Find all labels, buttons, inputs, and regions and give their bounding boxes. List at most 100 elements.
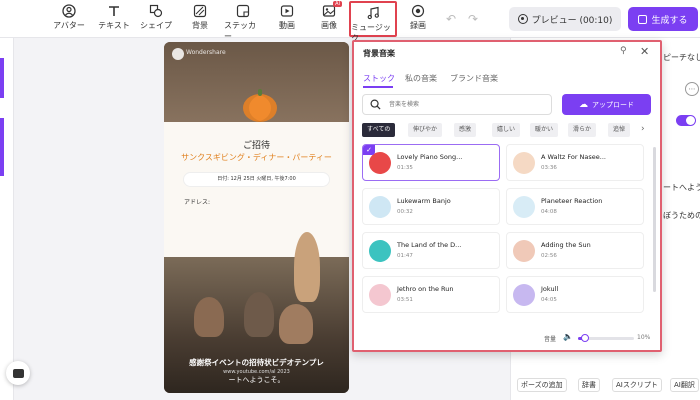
search-icon xyxy=(370,99,381,110)
speaker-icon[interactable]: 🔈 xyxy=(563,332,573,341)
generate-label: 生成する xyxy=(651,15,688,26)
track-card[interactable]: The Land of the D... 01:47 xyxy=(362,232,500,269)
add-pause-button[interactable]: ポーズの追加 xyxy=(517,378,567,392)
generate-icon xyxy=(638,14,648,24)
track-name: Planeteer Reaction xyxy=(541,197,603,205)
active-tab-indicator xyxy=(363,86,393,88)
track-name: The Land of the D... xyxy=(397,241,462,249)
toolbar-sticker[interactable]: ステッカー xyxy=(224,4,262,41)
scene-indicator[interactable] xyxy=(0,58,4,98)
invitation-address[interactable]: アドレス: xyxy=(184,197,210,206)
canvas-caption[interactable]: 感謝祭イベントの招待状ビデオテンプレ xyxy=(164,357,349,368)
toolbar-video[interactable]: 動画 xyxy=(276,4,298,36)
person-figure xyxy=(194,297,224,337)
track-cover-icon xyxy=(369,152,391,174)
filter-chip[interactable]: 追悼 xyxy=(608,123,631,137)
filter-chip[interactable]: 感激 xyxy=(454,123,477,137)
track-card[interactable]: Lukewarm Banjo 00:32 xyxy=(362,188,500,225)
ai-script-button[interactable]: AIスクリプト xyxy=(612,378,662,392)
toolbar-background-label: 背景 xyxy=(192,21,208,30)
tab-brand-music[interactable]: ブランド音楽 xyxy=(450,73,498,84)
music-icon xyxy=(366,6,380,20)
shape-icon xyxy=(149,4,163,18)
filter-chip[interactable]: 暖かい xyxy=(530,123,559,137)
volume-value: 10% xyxy=(637,334,651,341)
track-duration: 03:36 xyxy=(541,165,557,171)
preview-icon xyxy=(517,14,528,24)
left-scene-strip xyxy=(0,38,14,400)
more-icon[interactable]: ⋯ xyxy=(685,82,699,96)
track-duration: 04:05 xyxy=(541,297,557,303)
track-name: Adding the Sun xyxy=(541,241,591,249)
toolbar-text-label: テキスト xyxy=(98,21,130,30)
track-duration: 01:35 xyxy=(397,165,413,171)
toolbar-record[interactable]: 録画 xyxy=(408,4,428,36)
track-card[interactable]: Adding the Sun 02:56 xyxy=(506,232,644,269)
music-search[interactable] xyxy=(362,94,552,115)
track-card[interactable]: Jethro on the Run 03:51 xyxy=(362,276,500,313)
toolbar-avatar[interactable]: アバター xyxy=(52,4,86,36)
filter-chip[interactable]: すべての xyxy=(362,123,396,137)
toolbar-shape-label: シェイプ xyxy=(140,21,172,30)
person-figure xyxy=(279,304,313,344)
search-input[interactable] xyxy=(389,98,539,111)
toolbar-record-label: 録画 xyxy=(410,21,426,30)
video-canvas[interactable]: Wondershare ご招待 サンクスギビング・ディナー・パーティー 日付: … xyxy=(164,42,349,393)
track-cover-icon xyxy=(513,196,535,218)
scene-indicator[interactable] xyxy=(0,118,4,176)
track-card[interactable]: Lovely Piano Song... 01:35 ✓ xyxy=(362,144,500,181)
close-icon[interactable]: ✕ xyxy=(640,45,649,58)
chat-icon xyxy=(12,368,24,378)
scrollbar[interactable] xyxy=(653,147,656,292)
toolbar-background[interactable]: 背景 xyxy=(188,4,212,36)
toolbar-avatar-label: アバター xyxy=(53,21,85,30)
background-icon xyxy=(193,4,207,18)
chevron-right-icon[interactable]: › xyxy=(641,124,645,134)
generate-button[interactable]: 生成する xyxy=(628,7,698,31)
sticker-icon xyxy=(236,4,250,18)
track-cover-icon xyxy=(513,284,535,306)
ai-translate-button[interactable]: AI翻訳 xyxy=(670,378,699,392)
record-icon xyxy=(411,4,425,18)
genre-filters: すべての 伸びやか 感激 嬉しい 暖かい 滑らか 追悼 xyxy=(362,123,652,137)
upload-button[interactable]: ☁ アップロード xyxy=(562,94,651,115)
music-panel-title: 背景音楽 xyxy=(363,49,395,58)
track-duration: 00:32 xyxy=(397,209,413,215)
volume-knob[interactable] xyxy=(580,334,589,342)
music-panel: 背景音楽 ⚲ ✕ ストック 私の音楽 ブランド音楽 ☁ アップロード すべての … xyxy=(352,40,662,352)
redo-icon[interactable]: ↷ xyxy=(468,12,482,26)
toolbar-text[interactable]: テキスト xyxy=(96,4,132,36)
chat-button[interactable] xyxy=(6,361,30,385)
filter-chip[interactable]: 嬉しい xyxy=(492,123,521,137)
filter-chip[interactable]: 伸びやか xyxy=(408,123,443,137)
track-card[interactable]: Planeteer Reaction 04:08 xyxy=(506,188,644,225)
track-name: A Waltz For Nasee... xyxy=(541,153,606,161)
pin-icon[interactable]: ⚲ xyxy=(620,46,627,56)
invitation-title[interactable]: ご招待 xyxy=(164,138,349,151)
track-cover-icon xyxy=(513,152,535,174)
canvas-caption-2[interactable]: ートへようこそ。 xyxy=(164,375,349,385)
preview-button[interactable]: プレビュー (00:10) xyxy=(509,7,621,31)
toolbar-music[interactable]: ミュージック xyxy=(349,1,397,43)
ai-badge: AI xyxy=(333,1,342,7)
volume-slider[interactable] xyxy=(578,334,634,342)
tab-stock[interactable]: ストック xyxy=(363,73,395,84)
track-cover-icon xyxy=(369,196,391,218)
invitation-date[interactable]: 日付: 12月 25日 火曜日, 午後7:00 xyxy=(184,173,329,186)
invitation-subtitle[interactable]: サンクスギビング・ディナー・パーティー xyxy=(164,152,349,163)
top-toolbar: アバター テキスト シェイプ 背景 ステッカー 動画 AI 画像 ミュージック … xyxy=(0,0,700,43)
filter-chip[interactable]: 滑らか xyxy=(568,123,597,137)
track-card[interactable]: A Waltz For Nasee... 03:36 xyxy=(506,144,644,181)
avatar-icon xyxy=(62,4,76,18)
toolbar-shape[interactable]: シェイプ xyxy=(140,4,172,36)
right-panel-toggle[interactable] xyxy=(676,115,696,126)
track-duration: 03:51 xyxy=(397,297,413,303)
track-card[interactable]: Jokull 04:05 xyxy=(506,276,644,313)
toolbar-image[interactable]: AI 画像 xyxy=(318,1,342,36)
dictionary-button[interactable]: 辞書 xyxy=(578,378,600,392)
volume-label: 音量 xyxy=(544,336,557,343)
upload-label: アップロード xyxy=(592,100,634,109)
undo-icon[interactable]: ↶ xyxy=(446,12,460,26)
cloud-upload-icon: ☁ xyxy=(579,99,588,110)
tab-my-music[interactable]: 私の音楽 xyxy=(405,73,437,84)
